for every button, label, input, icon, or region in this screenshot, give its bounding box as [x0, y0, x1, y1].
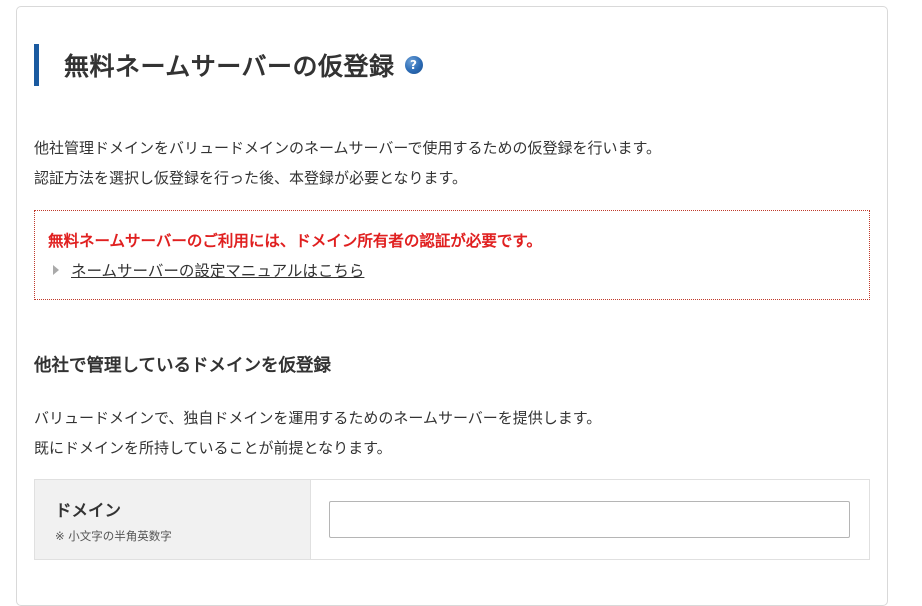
intro-line-2: 認証方法を選択し仮登録を行った後、本登録が必要となります。: [34, 169, 468, 187]
notice-heading: 無料ネームサーバーのご利用には、ドメイン所有者の認証が必要です。: [48, 232, 542, 250]
section-desc-line-1: バリュードメインで、独自ドメインを運用するためのネームサーバーを提供します。: [34, 409, 602, 427]
domain-input-cell: [311, 480, 869, 559]
domain-input[interactable]: [329, 501, 850, 538]
page-title: 無料ネームサーバーの仮登録: [64, 52, 395, 81]
domain-form-table: ドメイン ※ 小文字の半角英数字: [34, 479, 870, 560]
domain-note: ※ 小文字の半角英数字: [55, 529, 172, 543]
triangle-right-icon: [53, 265, 59, 275]
section-description: バリュードメインで、独自ドメインを運用するためのネームサーバーを提供します。 既…: [34, 403, 601, 463]
notice-box: 無料ネームサーバーのご利用には、ドメイン所有者の認証が必要です。 ネームサーバー…: [34, 210, 870, 300]
intro-text: 他社管理ドメインをバリュードメインのネームサーバーで使用するための仮登録を行いま…: [34, 133, 661, 193]
notice-link-row: ネームサーバーの設定マニュアルはこちら: [53, 259, 364, 281]
section-title: 他社で管理しているドメインを仮登録: [34, 356, 331, 376]
section-desc-line-2: 既にドメインを所持していることが前提となります。: [34, 439, 392, 457]
domain-label-cell: ドメイン ※ 小文字の半角英数字: [35, 480, 311, 559]
page-header: 無料ネームサーバーの仮登録 ?: [34, 44, 423, 86]
title-accent-bar: [34, 44, 39, 86]
help-icon[interactable]: ?: [404, 56, 423, 74]
domain-label: ドメイン: [55, 501, 121, 520]
intro-line-1: 他社管理ドメインをバリュードメインのネームサーバーで使用するための仮登録を行いま…: [34, 139, 662, 157]
manual-link[interactable]: ネームサーバーの設定マニュアルはこちら: [71, 259, 364, 281]
